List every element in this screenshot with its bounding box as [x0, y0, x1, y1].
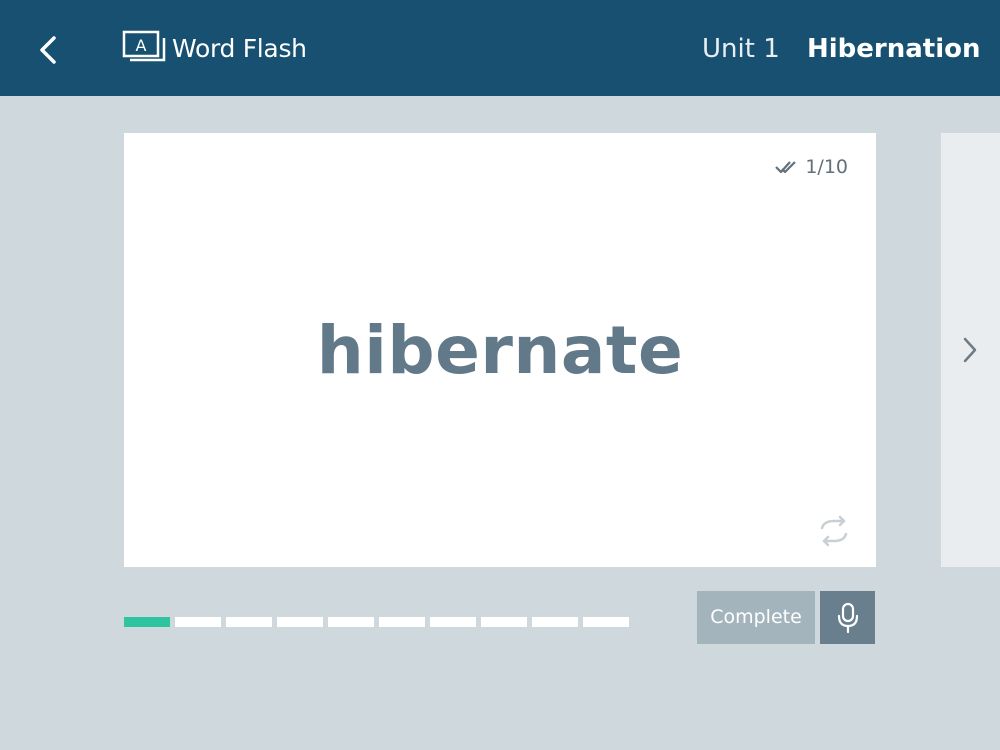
progress-bar — [124, 617, 629, 627]
logo-letter: A — [136, 36, 147, 55]
progress-segment — [124, 617, 170, 627]
progress-segment — [379, 617, 425, 627]
progress-segment — [277, 617, 323, 627]
progress-segment — [175, 617, 221, 627]
lesson-title: Hibernation — [807, 34, 981, 64]
flip-card-button[interactable] — [816, 515, 852, 547]
next-card-button[interactable] — [955, 330, 985, 370]
microphone-icon — [837, 602, 858, 633]
flashcard[interactable]: 1/10 hibernate — [124, 133, 876, 567]
counter-text: 1/10 — [805, 156, 848, 178]
progress-segment — [430, 617, 476, 627]
flashcard-word: hibernate — [316, 312, 684, 389]
double-check-icon — [775, 161, 797, 174]
progress-segment — [328, 617, 374, 627]
progress-segment — [481, 617, 527, 627]
back-button[interactable] — [30, 30, 66, 70]
chevron-right-icon — [963, 337, 977, 363]
progress-segment — [583, 617, 629, 627]
microphone-button[interactable] — [820, 591, 875, 644]
top-bar: A Word Flash Unit 1 Hibernation — [0, 0, 1000, 96]
progress-segment — [226, 617, 272, 627]
card-counter: 1/10 — [775, 153, 848, 181]
progress-segment — [532, 617, 578, 627]
chevron-left-icon — [40, 36, 56, 64]
complete-button[interactable]: Complete — [697, 591, 815, 644]
flashcard-logo-icon: A — [122, 30, 168, 66]
app-title: Word Flash — [172, 34, 307, 63]
flip-refresh-icon — [820, 515, 848, 547]
unit-label[interactable]: Unit 1 — [702, 29, 780, 69]
